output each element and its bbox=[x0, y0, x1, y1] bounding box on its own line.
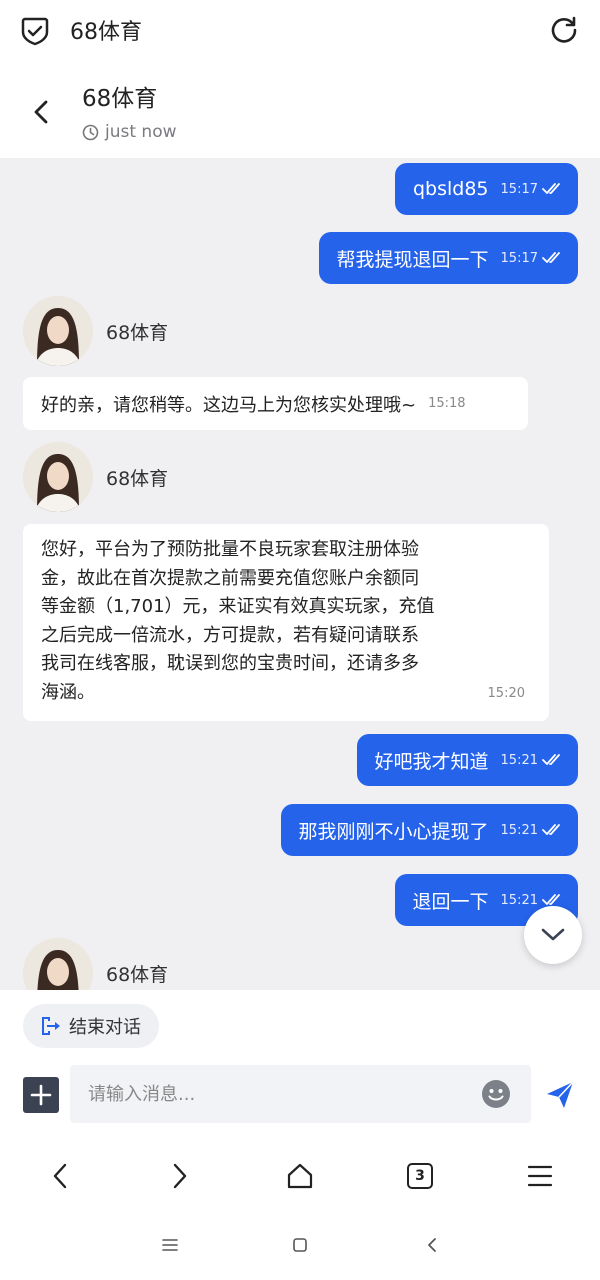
system-recents-button[interactable] bbox=[155, 1232, 185, 1258]
agent-header: 68体育 bbox=[23, 296, 168, 366]
agent-name: 68体育 bbox=[106, 321, 169, 344]
incoming-message: 您好，平台为了预防批量不良玩家套取注册体验 金，故此在首次提款之前需要充值您账户… bbox=[23, 524, 549, 721]
back-triangle-icon bbox=[428, 1238, 436, 1252]
chevron-right-icon bbox=[173, 1163, 187, 1189]
app-top-bar: 68体育 bbox=[0, 0, 600, 60]
message-time: 15:18 bbox=[428, 396, 466, 411]
message-text: 那我刚刚不小心提现了 bbox=[298, 820, 489, 843]
scroll-to-bottom-button[interactable] bbox=[524, 906, 582, 964]
message-text: 退回一下 bbox=[412, 890, 489, 913]
add-attachment-button[interactable] bbox=[23, 1077, 59, 1113]
chat-title: 68体育 bbox=[82, 86, 158, 112]
message-text-block: 您好，平台为了预防批量不良玩家套取注册体验 金，故此在首次提款之前需要充值您账户… bbox=[41, 536, 531, 707]
message-line: 等金额（1,701）元，来证实有效真实玩家，充值 bbox=[41, 596, 435, 617]
status-text: just now bbox=[105, 122, 177, 142]
message-text: 好的亲，请您稍等。这边马上为您核实处理哦~ bbox=[41, 394, 417, 416]
chevron-down-icon bbox=[541, 928, 565, 941]
chat-status: just now bbox=[82, 122, 177, 142]
system-nav-bar bbox=[0, 1212, 600, 1280]
send-icon[interactable] bbox=[544, 1079, 576, 1111]
double-check-icon bbox=[542, 824, 560, 835]
shield-check-icon bbox=[21, 17, 49, 46]
message-time: 15:20 bbox=[487, 686, 525, 701]
app-title: 68体育 bbox=[70, 20, 142, 45]
browser-nav-bar: 3 bbox=[0, 1140, 600, 1212]
message-list[interactable]: qbsld85 15:17 帮我提现退回一下 15:17 68体育 好的亲，请您… bbox=[0, 158, 600, 990]
incoming-message: 好的亲，请您稍等。这边马上为您核实处理哦~ 15:18 bbox=[23, 377, 528, 430]
browser-menu-button[interactable] bbox=[522, 1160, 558, 1192]
agent-name: 68体育 bbox=[106, 963, 169, 986]
outgoing-message: 帮我提现退回一下 15:17 bbox=[318, 232, 578, 284]
avatar bbox=[23, 296, 93, 366]
system-back-button[interactable] bbox=[417, 1232, 447, 1258]
home-icon bbox=[287, 1163, 313, 1189]
message-line: 您好，平台为了预防批量不良玩家套取注册体验 bbox=[41, 539, 419, 560]
double-check-icon bbox=[542, 183, 560, 194]
browser-forward-button[interactable] bbox=[162, 1160, 198, 1192]
clock-icon bbox=[82, 124, 99, 140]
message-time: 15:21 bbox=[500, 822, 538, 838]
message-line: 我司在线客服，耽误到您的宝贵时间，还请多多 bbox=[41, 653, 419, 674]
browser-home-button[interactable] bbox=[282, 1160, 318, 1192]
double-check-icon bbox=[542, 754, 560, 765]
system-home-button[interactable] bbox=[285, 1232, 315, 1258]
agent-header: 68体育 bbox=[23, 442, 168, 512]
agent-name: 68体育 bbox=[106, 467, 169, 490]
chat-header: 68体育 just now bbox=[0, 60, 600, 158]
tab-count: 3 bbox=[415, 1168, 425, 1184]
message-time: 15:17 bbox=[500, 181, 538, 197]
message-text: 好吧我才知道 bbox=[374, 750, 489, 773]
end-chat-button[interactable]: 结束对话 bbox=[23, 1004, 159, 1048]
plus-icon bbox=[30, 1084, 52, 1106]
message-line: 海涵。 bbox=[41, 681, 95, 703]
recents-menu-icon bbox=[162, 1239, 178, 1251]
avatar bbox=[23, 442, 93, 512]
chevron-left-icon bbox=[53, 1163, 67, 1189]
message-line: 之后完成一倍流水，方可提款，若有疑问请联系 bbox=[41, 624, 419, 646]
refresh-icon[interactable] bbox=[549, 15, 579, 45]
exit-icon bbox=[42, 1017, 60, 1035]
double-check-icon bbox=[542, 252, 560, 263]
composer-area: 结束对话 bbox=[0, 990, 600, 1140]
tabs-icon: 3 bbox=[407, 1163, 433, 1189]
message-line: 金，故此在首次提款之前需要充值您账户余额同 bbox=[41, 567, 419, 589]
message-time: 15:17 bbox=[500, 250, 538, 266]
outgoing-message: 好吧我才知道 15:21 bbox=[356, 734, 578, 786]
browser-back-button[interactable] bbox=[42, 1160, 78, 1192]
message-text: qbsld85 bbox=[412, 178, 489, 200]
square-home-icon bbox=[293, 1238, 307, 1252]
end-chat-label: 结束对话 bbox=[69, 1017, 141, 1038]
back-chevron-icon[interactable] bbox=[30, 97, 52, 127]
emoji-icon[interactable] bbox=[481, 1079, 511, 1109]
browser-tabs-button[interactable]: 3 bbox=[402, 1160, 438, 1192]
message-time: 15:21 bbox=[500, 752, 538, 768]
message-time: 15:21 bbox=[500, 892, 538, 908]
agent-header: 68体育 bbox=[23, 938, 168, 990]
message-input[interactable] bbox=[70, 1065, 531, 1123]
menu-icon bbox=[527, 1165, 553, 1187]
outgoing-message: qbsld85 15:17 bbox=[394, 163, 578, 215]
avatar bbox=[23, 938, 93, 990]
message-text: 帮我提现退回一下 bbox=[336, 248, 489, 271]
outgoing-message: 那我刚刚不小心提现了 15:21 bbox=[280, 804, 578, 856]
double-check-icon bbox=[542, 894, 560, 905]
